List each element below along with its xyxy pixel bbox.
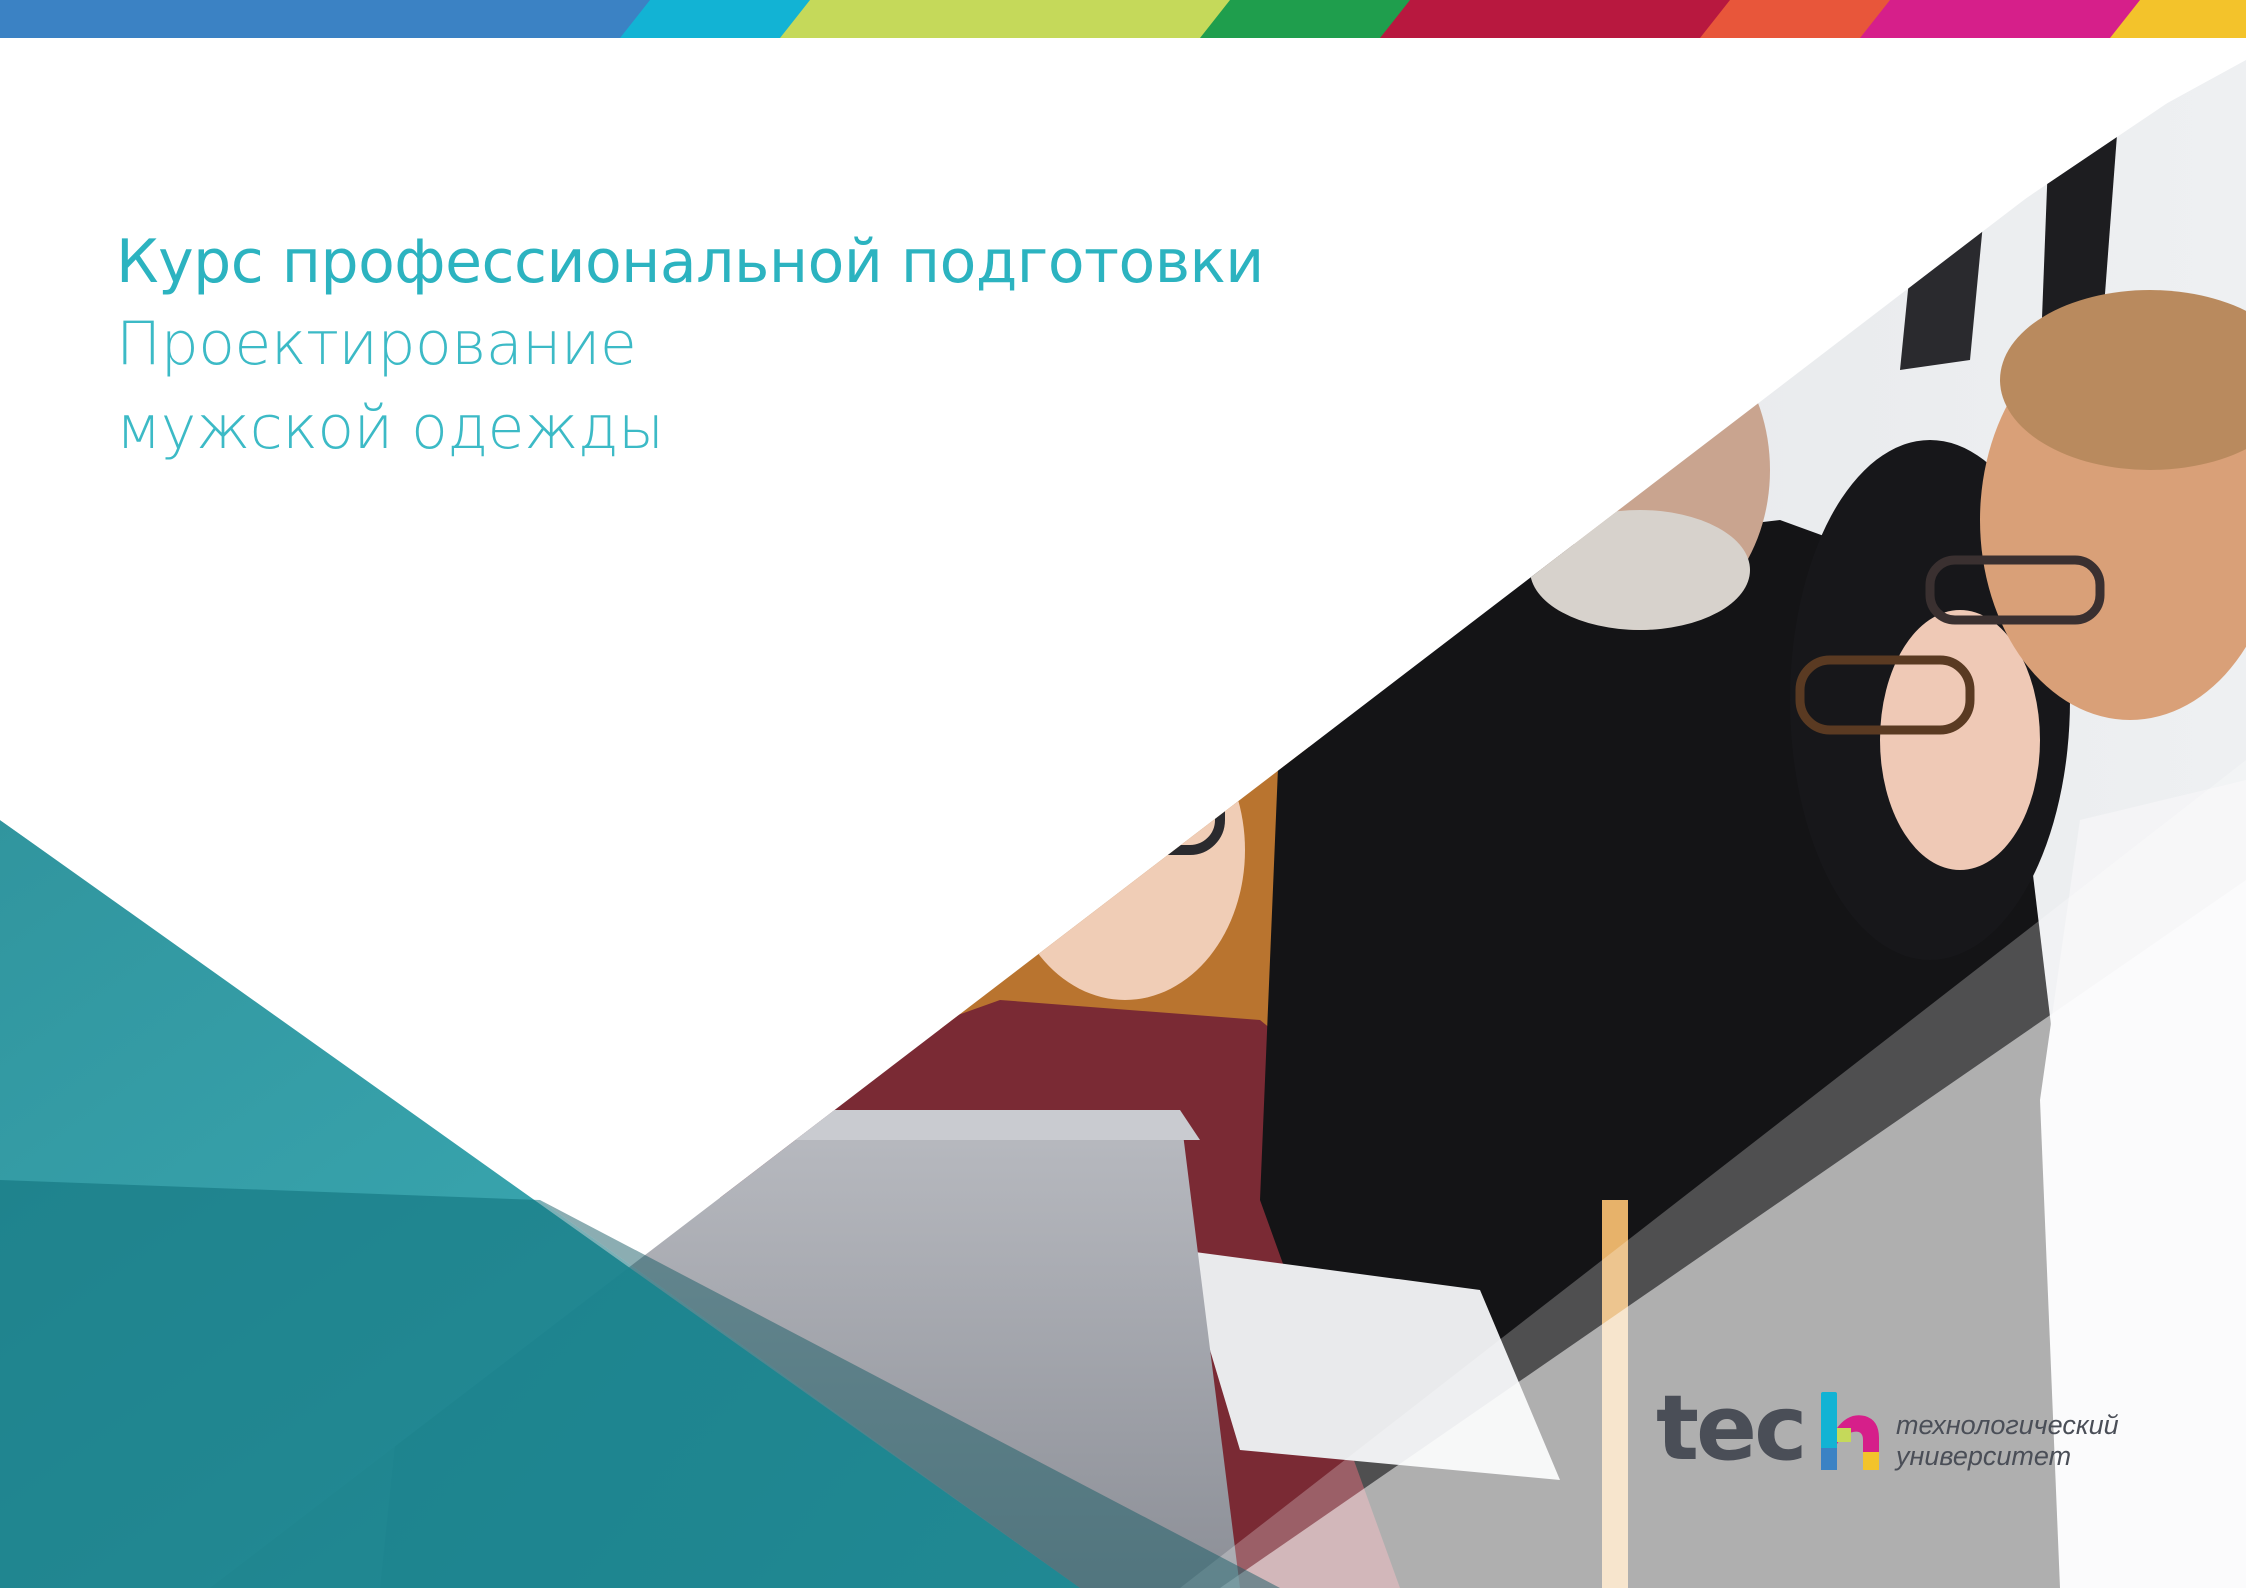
logo-tagline-line1: технологический	[1896, 1410, 2119, 1440]
tech-university-logo: tec технологический университет	[1656, 1384, 2136, 1484]
logo-tagline: технологический университет	[1896, 1410, 2119, 1472]
course-name-line1: Проектирование	[116, 309, 637, 379]
logo-h-icon	[1821, 1392, 1879, 1470]
top-color-stripe	[0, 0, 2246, 38]
logo-wordmark: tec	[1656, 1376, 1807, 1481]
logo-tagline-line2: университет	[1896, 1441, 2072, 1471]
brochure-cover: Курс профессиональной подготовки Проекти…	[0, 0, 2246, 1588]
course-heading: Курс профессиональной подготовки Проекти…	[116, 222, 1264, 470]
course-type-title: Курс профессиональной подготовки	[116, 227, 1264, 297]
course-name-line2: мужской одежды	[116, 393, 664, 463]
